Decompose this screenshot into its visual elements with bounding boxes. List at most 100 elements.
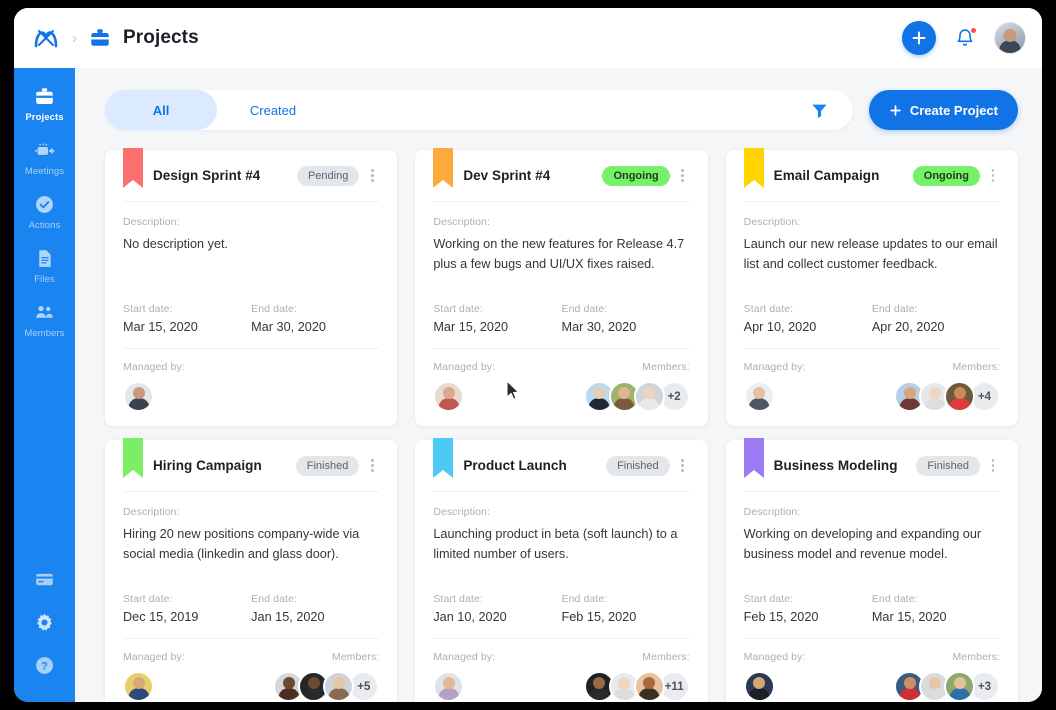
start-date-value: Dec 15, 2019 bbox=[123, 610, 199, 624]
avatar[interactable] bbox=[123, 381, 154, 412]
description-label: Description: bbox=[743, 216, 801, 228]
members-group: Members: +5 bbox=[273, 651, 380, 702]
question-circle-icon[interactable]: ? bbox=[34, 654, 56, 676]
end-date-label: End date: bbox=[871, 303, 918, 315]
manager-group: Managed by: bbox=[123, 361, 185, 412]
project-card-header: Business Modeling Finished bbox=[743, 438, 1000, 492]
start-date: Start date: Dec 15, 2019 bbox=[123, 593, 251, 624]
start-date-value: Feb 15, 2020 bbox=[743, 610, 819, 624]
sidebar-item-members[interactable]: Members bbox=[14, 292, 75, 346]
managed-by-label: Managed by: bbox=[123, 651, 185, 663]
project-menu-button[interactable] bbox=[986, 166, 1000, 186]
sidebar-item-label: Members bbox=[24, 328, 65, 339]
avatar[interactable] bbox=[633, 671, 665, 702]
tab-all[interactable]: All bbox=[105, 90, 217, 130]
project-card[interactable]: Business Modeling Finished Description: Wor… bbox=[725, 438, 1018, 702]
avatar[interactable] bbox=[743, 381, 775, 412]
status-badge: Finished bbox=[606, 455, 670, 476]
project-card-header: Dev Sprint #4 Ongoing bbox=[433, 148, 690, 202]
project-title: Email Campaign bbox=[773, 168, 880, 183]
description-label: Description: bbox=[123, 506, 180, 518]
members-label: Members: bbox=[642, 361, 690, 373]
project-menu-button[interactable] bbox=[365, 166, 379, 186]
managed-by-label: Managed by: bbox=[433, 361, 496, 373]
project-title: Design Sprint #4 bbox=[153, 168, 261, 183]
notification-dot bbox=[970, 27, 977, 34]
description-label: Description: bbox=[743, 506, 801, 518]
avatar[interactable] bbox=[994, 22, 1026, 54]
project-title: Dev Sprint #4 bbox=[463, 168, 551, 183]
description-text: No description yet. bbox=[123, 237, 229, 251]
members-label: Members: bbox=[331, 651, 380, 663]
start-date-label: Start date: bbox=[743, 593, 794, 605]
members-label: Members: bbox=[952, 361, 1000, 373]
end-date: End date: Apr 20, 2020 bbox=[872, 303, 1000, 334]
start-date-value: Apr 10, 2020 bbox=[743, 320, 817, 334]
avatar[interactable] bbox=[123, 671, 154, 702]
description-text: Launch our new release updates to our em… bbox=[743, 237, 998, 272]
project-menu-button[interactable] bbox=[676, 166, 690, 186]
managed-by-label: Managed by: bbox=[743, 361, 806, 373]
project-card[interactable]: Dev Sprint #4 Ongoing Description: Working … bbox=[415, 148, 708, 426]
avatar[interactable] bbox=[433, 671, 465, 702]
sidebar-bottom-actions: ? bbox=[34, 568, 56, 692]
project-menu-button[interactable] bbox=[365, 456, 379, 476]
tab-created[interactable]: Created bbox=[217, 90, 329, 130]
status-badge: Pending bbox=[296, 165, 360, 186]
sidebar-item-actions[interactable]: Actions bbox=[14, 184, 75, 238]
start-date: Start date: Apr 10, 2020 bbox=[744, 303, 872, 334]
sidebar-item-meetings[interactable]: Meetings bbox=[14, 130, 75, 184]
avatar[interactable] bbox=[944, 381, 975, 412]
description-text: Working on the new features for Release … bbox=[433, 237, 685, 272]
card-icon[interactable] bbox=[34, 568, 56, 590]
project-card[interactable]: Email Campaign Ongoing Description: Launch … bbox=[725, 148, 1018, 426]
project-color-ribbon bbox=[123, 438, 143, 478]
start-date-label: Start date: bbox=[123, 593, 173, 605]
sidebar: Projects Meetings Actions Files Members … bbox=[14, 68, 75, 702]
start-date-value: Jan 10, 2020 bbox=[433, 610, 507, 624]
plus-icon bbox=[890, 104, 901, 116]
avatar[interactable] bbox=[944, 671, 975, 702]
avatar[interactable] bbox=[433, 381, 465, 412]
project-card[interactable]: Hiring Campaign Finished Description: Hirin… bbox=[105, 438, 398, 702]
project-grid: Design Sprint #4 Pending Description: No de… bbox=[105, 148, 1018, 702]
project-menu-button[interactable] bbox=[676, 456, 690, 476]
start-date: Start date: Jan 10, 2020 bbox=[433, 593, 561, 624]
project-dates: Start date: Mar 15, 2020 End date: Mar 30, … bbox=[433, 303, 690, 349]
create-project-button[interactable]: Create Project bbox=[868, 90, 1018, 130]
project-people: Managed by: Members: +2 bbox=[433, 349, 690, 412]
add-button[interactable] bbox=[902, 21, 936, 55]
briefcase-icon bbox=[87, 25, 113, 51]
end-date-label: End date: bbox=[251, 303, 298, 315]
project-menu-button[interactable] bbox=[986, 456, 1000, 476]
manager-group: Managed by: bbox=[743, 651, 806, 702]
funnel-icon[interactable] bbox=[809, 99, 831, 121]
end-date-value: Feb 15, 2020 bbox=[561, 610, 637, 624]
members-label: Members: bbox=[952, 651, 1000, 663]
project-title: Business Modeling bbox=[773, 458, 898, 473]
project-card-header: Design Sprint #4 Pending bbox=[123, 148, 380, 202]
project-color-ribbon bbox=[123, 148, 143, 188]
project-card-header: Hiring Campaign Finished bbox=[123, 438, 380, 492]
notifications-button[interactable] bbox=[953, 26, 977, 50]
page-title: Projects bbox=[123, 27, 199, 48]
project-color-ribbon bbox=[433, 438, 454, 478]
sidebar-item-files[interactable]: Files bbox=[14, 238, 75, 292]
managed-by-label: Managed by: bbox=[123, 361, 185, 373]
avatar[interactable] bbox=[743, 671, 775, 702]
gear-icon[interactable] bbox=[34, 611, 56, 633]
member-avatar-stack: +5 bbox=[273, 671, 380, 702]
avatar[interactable] bbox=[633, 381, 665, 412]
project-card[interactable]: Product Launch Finished Description: Launch… bbox=[415, 438, 708, 702]
brand-logo-icon[interactable] bbox=[24, 16, 68, 60]
project-card[interactable]: Design Sprint #4 Pending Description: No de… bbox=[105, 148, 398, 426]
avatar[interactable] bbox=[323, 671, 355, 702]
project-description: Description: Launch our new release updat… bbox=[744, 202, 1000, 274]
status-badge: Finished bbox=[916, 455, 980, 476]
filter-bar: All Created bbox=[105, 90, 853, 130]
sidebar-item-projects[interactable]: Projects bbox=[14, 76, 75, 130]
project-people: Managed by: Members: +5 bbox=[123, 639, 380, 702]
managed-by-label: Managed by: bbox=[433, 651, 496, 663]
breadcrumb-separator: › bbox=[72, 29, 77, 47]
manager-group: Managed by: bbox=[433, 651, 495, 702]
